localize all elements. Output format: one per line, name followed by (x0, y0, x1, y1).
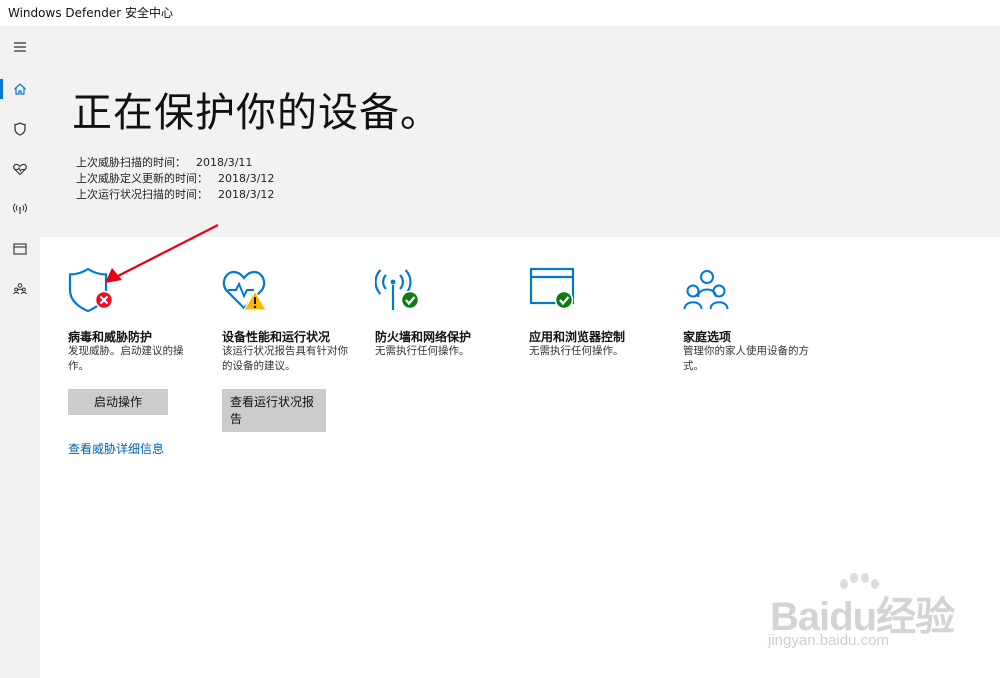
card-title: 设备性能和运行状况 (222, 330, 331, 344)
card-description: 管理你的家人使用设备的方式。 (683, 345, 809, 372)
wireless-antenna-icon (13, 203, 27, 214)
scan-date: 2018/3/12 (218, 188, 275, 201)
card-description: 无需执行任何操作。 (375, 345, 470, 357)
page-title: 正在保护你的设备。 (72, 90, 441, 136)
card-title: 应用和浏览器控制 (529, 330, 626, 344)
scan-label: 上次运行状况扫描的时间： (76, 188, 208, 201)
card-description: 该运行状况报告具有针对你的设备的建议。 (222, 345, 348, 372)
window-title-bar: Windows Defender 安全中心 (0, 0, 1000, 26)
watermark: Baidu经验 jingyan.baidu.com (760, 570, 960, 660)
sidebar-item-virus-protection[interactable] (0, 113, 40, 145)
card-title: 家庭选项 (683, 330, 732, 344)
family-group-icon (683, 270, 729, 310)
watermark-url: jingyan.baidu.com (768, 632, 889, 649)
start-actions-button[interactable]: 启动操作 (68, 389, 168, 415)
sidebar (0, 26, 40, 678)
card-description: 发现威胁。启动建议的操作。 (68, 345, 184, 372)
family-icon (13, 283, 27, 295)
card-title: 病毒和威胁防护 (68, 330, 153, 344)
last-threat-scan: 上次威胁扫描的时间： 2018/3/11 (76, 154, 252, 170)
sidebar-item-firewall[interactable] (0, 193, 40, 225)
shield-icon (14, 122, 26, 136)
sidebar-item-device-health[interactable] (0, 153, 40, 185)
card-title: 防火墙和网络保护 (375, 330, 472, 344)
scan-label: 上次威胁扫描的时间： (76, 156, 186, 169)
home-icon (14, 83, 26, 95)
hamburger-menu-button[interactable] (0, 31, 40, 63)
shield-error-icon (68, 267, 114, 313)
window-title: Windows Defender 安全中心 (8, 6, 173, 20)
antenna-ok-icon (375, 269, 420, 310)
browser-window-icon (13, 243, 27, 255)
scan-date: 2018/3/11 (196, 156, 253, 169)
heart-pulse-icon (13, 163, 27, 176)
card-description: 无需执行任何操作。 (529, 345, 624, 357)
scan-date: 2018/3/12 (218, 172, 275, 185)
view-threat-details-link[interactable]: 查看威胁详细信息 (68, 440, 164, 457)
sidebar-item-family[interactable] (0, 273, 40, 305)
heart-warning-icon (222, 270, 268, 311)
last-health-scan: 上次运行状况扫描的时间： 2018/3/12 (76, 186, 274, 202)
status-hero: 正在保护你的设备。 上次威胁扫描的时间： 2018/3/11 上次威胁定义更新的时… (40, 26, 1000, 237)
last-definition-update: 上次威胁定义更新的时间： 2018/3/12 (76, 170, 274, 186)
sidebar-item-app-browser[interactable] (0, 233, 40, 265)
sidebar-item-home[interactable] (0, 73, 40, 105)
view-health-report-button[interactable]: 查看运行状况报告 (222, 389, 326, 432)
browser-ok-icon (529, 267, 575, 310)
scan-label: 上次威胁定义更新的时间： (76, 172, 208, 185)
hamburger-menu-icon (14, 42, 26, 52)
